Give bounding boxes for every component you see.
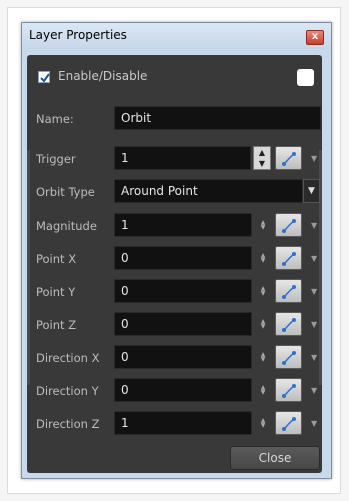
chevron-down-icon[interactable]: ▼ bbox=[311, 154, 319, 163]
param-label: Point Z bbox=[36, 318, 77, 332]
function-curve-icon bbox=[282, 219, 296, 233]
name-label: Name: bbox=[36, 112, 74, 126]
stepper-up-icon[interactable]: ▲ bbox=[254, 147, 270, 158]
checkmark-icon bbox=[40, 73, 50, 83]
panel-left-edge bbox=[27, 150, 30, 385]
chevron-down-icon[interactable]: ▼ bbox=[311, 353, 319, 362]
param-label: Direction X bbox=[36, 351, 100, 365]
param-field[interactable]: 0 bbox=[114, 345, 252, 369]
param-label: Point X bbox=[36, 252, 77, 266]
trigger-field[interactable]: 1 bbox=[114, 146, 251, 170]
param-label: Direction Y bbox=[36, 384, 99, 398]
function-curve-icon bbox=[282, 152, 296, 166]
param-function-button[interactable] bbox=[275, 279, 302, 303]
chevron-down-icon[interactable]: ▼ bbox=[311, 221, 319, 230]
param-field[interactable]: 1 bbox=[114, 213, 252, 237]
param-stepper[interactable]: ▲ ▼ bbox=[259, 319, 267, 330]
chevron-down-icon[interactable]: ▼ bbox=[311, 386, 319, 395]
param-label: Direction Z bbox=[36, 417, 100, 431]
chevron-down-icon[interactable]: ▼ bbox=[311, 419, 319, 428]
param-function-button[interactable] bbox=[275, 213, 302, 237]
param-field[interactable]: 1 bbox=[114, 411, 252, 435]
function-curve-icon bbox=[282, 252, 296, 266]
param-field[interactable]: 0 bbox=[114, 378, 252, 402]
param-field[interactable]: 0 bbox=[114, 312, 252, 336]
orbit-type-select[interactable]: Around Point bbox=[114, 179, 303, 203]
param-function-button[interactable] bbox=[275, 411, 302, 435]
close-icon[interactable]: x bbox=[306, 30, 324, 45]
param-field[interactable]: 0 bbox=[114, 246, 252, 270]
window-title: Layer Properties bbox=[29, 28, 127, 42]
param-label: Point Y bbox=[36, 285, 76, 299]
stepper-down-icon[interactable]: ▼ bbox=[254, 158, 270, 169]
chevron-down-icon[interactable]: ▼ bbox=[311, 320, 319, 329]
stepper-down-icon[interactable]: ▼ bbox=[259, 258, 267, 264]
param-stepper[interactable]: ▲ ▼ bbox=[259, 253, 267, 264]
param-field[interactable]: 0 bbox=[114, 279, 252, 303]
param-stepper[interactable]: ▲ ▼ bbox=[259, 418, 267, 429]
color-swatch[interactable] bbox=[297, 69, 314, 86]
param-stepper[interactable]: ▲ ▼ bbox=[259, 385, 267, 396]
stepper-down-icon[interactable]: ▼ bbox=[259, 423, 267, 429]
name-field[interactable]: Orbit bbox=[114, 106, 321, 130]
function-curve-icon bbox=[282, 285, 296, 299]
enable-checkbox[interactable] bbox=[38, 71, 50, 83]
param-function-button[interactable] bbox=[275, 345, 302, 369]
trigger-label: Trigger bbox=[36, 152, 76, 166]
trigger-stepper[interactable]: ▲ ▼ bbox=[253, 146, 271, 170]
close-button[interactable]: Close bbox=[230, 446, 320, 470]
param-stepper[interactable]: ▲ ▼ bbox=[259, 286, 267, 297]
chevron-down-icon[interactable]: ▼ bbox=[311, 287, 319, 296]
param-function-button[interactable] bbox=[275, 378, 302, 402]
function-curve-icon bbox=[282, 384, 296, 398]
function-curve-icon bbox=[282, 318, 296, 332]
stepper-down-icon[interactable]: ▼ bbox=[259, 357, 267, 363]
stepper-down-icon[interactable]: ▼ bbox=[259, 390, 267, 396]
stepper-down-icon[interactable]: ▼ bbox=[259, 291, 267, 297]
chevron-down-icon[interactable]: ▼ bbox=[311, 254, 319, 263]
orbit-type-dropdown-arrow[interactable]: ▼ bbox=[303, 179, 320, 203]
title-bar[interactable]: Layer Properties x bbox=[22, 23, 331, 49]
param-stepper[interactable]: ▲ ▼ bbox=[259, 220, 267, 231]
orbit-type-label: Orbit Type bbox=[36, 185, 95, 199]
stepper-down-icon[interactable]: ▼ bbox=[259, 225, 267, 231]
param-label: Magnitude bbox=[36, 219, 97, 233]
trigger-function-button[interactable] bbox=[275, 146, 302, 170]
param-stepper[interactable]: ▲ ▼ bbox=[259, 352, 267, 363]
enable-label: Enable/Disable bbox=[58, 69, 148, 83]
param-function-button[interactable] bbox=[275, 312, 302, 336]
function-curve-icon bbox=[282, 417, 296, 431]
stepper-down-icon[interactable]: ▼ bbox=[259, 324, 267, 330]
function-curve-icon bbox=[282, 351, 296, 365]
param-function-button[interactable] bbox=[275, 246, 302, 270]
